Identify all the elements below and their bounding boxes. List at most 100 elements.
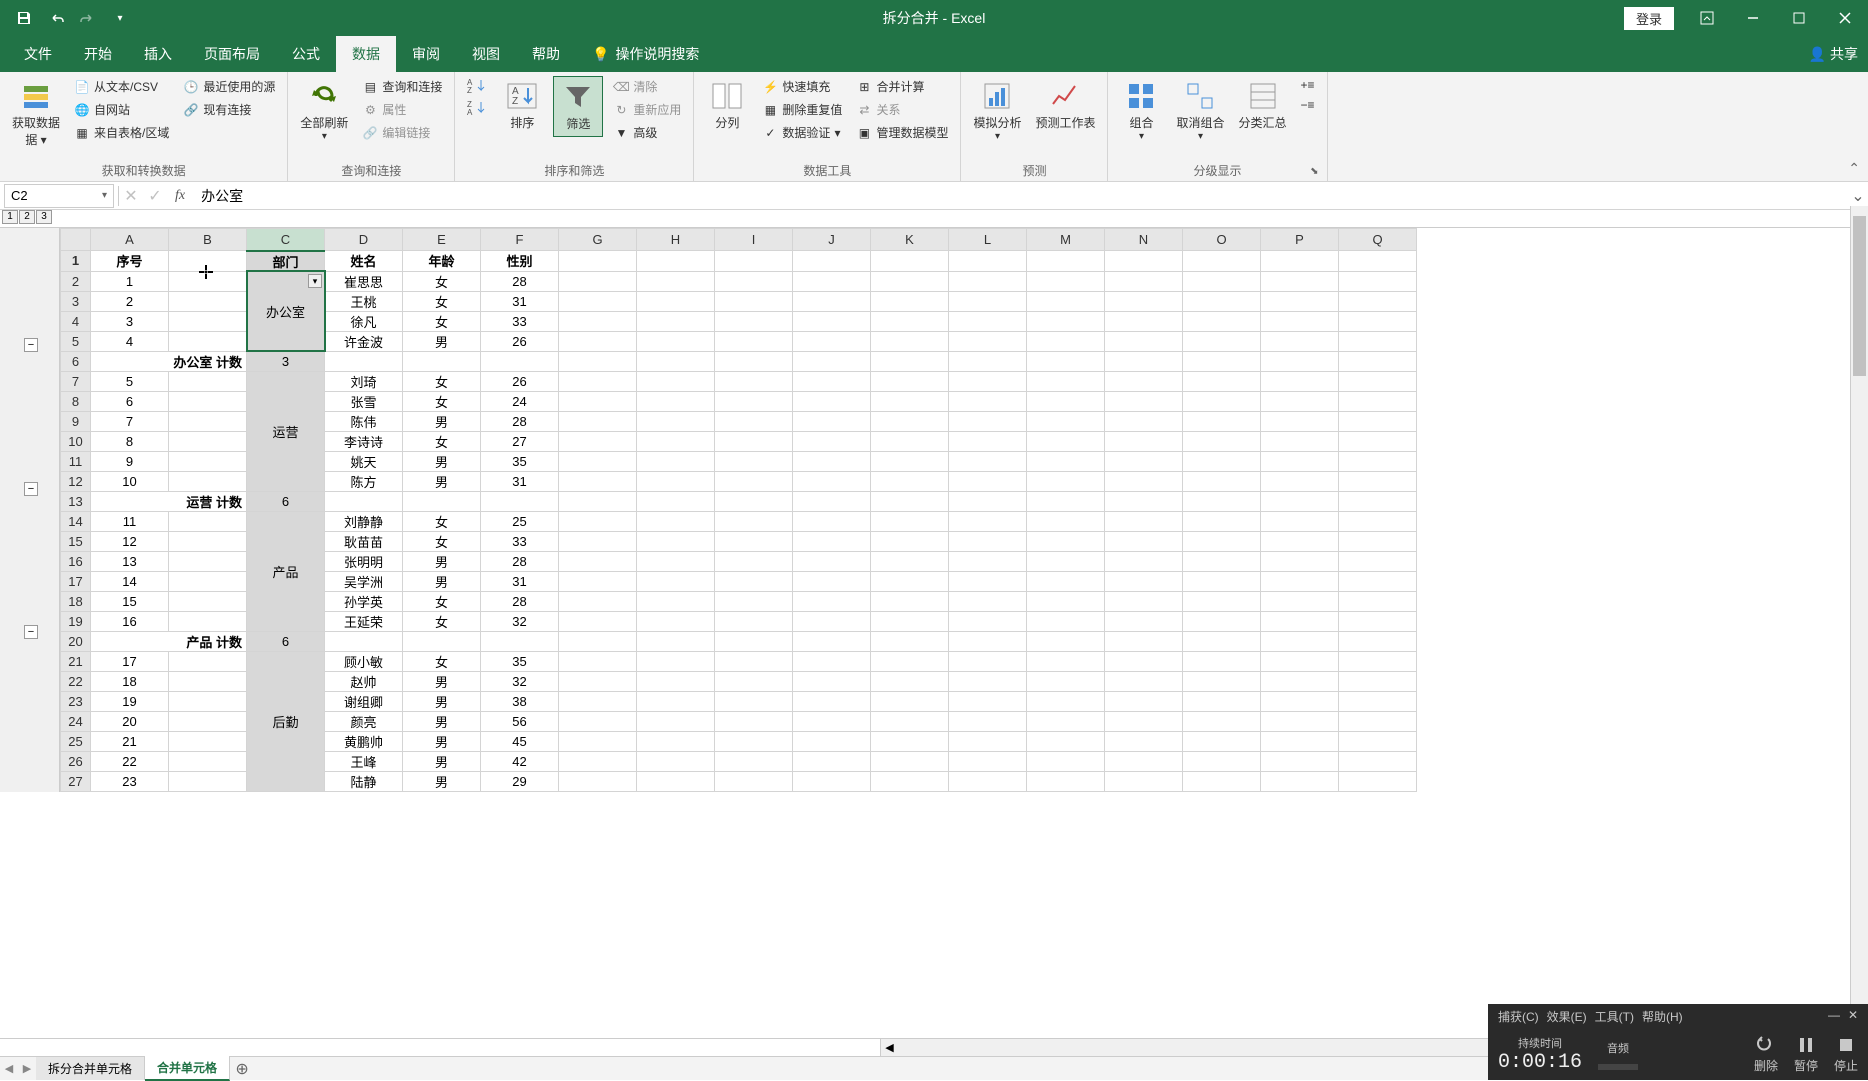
relationships-button[interactable]: ⇄关系 (852, 99, 952, 120)
sheet-tab-1[interactable]: 拆分合并单元格 (36, 1057, 145, 1080)
cell[interactable]: 16 (91, 611, 169, 631)
cell[interactable] (1183, 531, 1261, 551)
cell[interactable] (793, 531, 871, 551)
recorder-menu-tool[interactable]: 工具(T) (1595, 1008, 1634, 1025)
cell[interactable]: 26 (481, 331, 559, 351)
cell[interactable] (1027, 571, 1105, 591)
cell[interactable]: 王延荣 (325, 611, 403, 631)
cell[interactable] (481, 351, 559, 371)
cell[interactable] (169, 371, 247, 391)
cell[interactable] (871, 751, 949, 771)
vertical-scrollbar[interactable] (1850, 206, 1868, 1056)
cell[interactable] (559, 571, 637, 591)
tab-insert[interactable]: 插入 (128, 36, 188, 72)
forecast-button[interactable]: 预测工作表 (1031, 76, 1099, 135)
cell[interactable]: 李诗诗 (325, 431, 403, 451)
col-header-L[interactable]: L (949, 229, 1027, 251)
cell[interactable] (169, 291, 247, 311)
cell[interactable] (637, 691, 715, 711)
close-icon[interactable] (1822, 0, 1868, 36)
cell[interactable] (1261, 691, 1339, 711)
cell[interactable] (559, 671, 637, 691)
cell[interactable] (1027, 591, 1105, 611)
cell[interactable]: 5 (91, 371, 169, 391)
cell[interactable] (637, 491, 715, 511)
cell[interactable] (1261, 631, 1339, 651)
cell[interactable] (793, 431, 871, 451)
cell[interactable] (1261, 371, 1339, 391)
row-header[interactable]: 27 (61, 771, 91, 791)
cell[interactable] (1105, 671, 1183, 691)
cell[interactable] (793, 691, 871, 711)
cell[interactable] (793, 611, 871, 631)
cell[interactable]: 男 (403, 411, 481, 431)
cell[interactable] (1261, 271, 1339, 291)
cell[interactable] (1339, 671, 1417, 691)
hscroll-left-icon[interactable]: ◀ (880, 1039, 898, 1056)
cell[interactable]: 产品 (247, 511, 325, 631)
cell[interactable]: 颜亮 (325, 711, 403, 731)
cell[interactable] (169, 691, 247, 711)
outline-level-3[interactable]: 3 (36, 210, 52, 224)
queries-connections-button[interactable]: ▤查询和连接 (358, 76, 446, 97)
cell[interactable]: 男 (403, 691, 481, 711)
cell[interactable] (559, 431, 637, 451)
remove-duplicates-button[interactable]: ▦删除重复值 (758, 99, 846, 120)
row-header[interactable]: 1 (61, 251, 91, 272)
row-header[interactable]: 13 (61, 491, 91, 511)
cell[interactable]: 35 (481, 451, 559, 471)
sheet-tab-2[interactable]: 合并单元格 (145, 1056, 230, 1081)
cell[interactable] (715, 551, 793, 571)
cell[interactable] (1261, 571, 1339, 591)
tell-me-search[interactable]: 💡 操作说明搜索 (576, 36, 715, 72)
cell[interactable]: 王桃 (325, 291, 403, 311)
cell[interactable] (559, 251, 637, 272)
cell[interactable] (949, 571, 1027, 591)
data-validation-button[interactable]: ✓数据验证 ▾ (758, 122, 846, 143)
cell[interactable] (871, 491, 949, 511)
cell[interactable] (559, 411, 637, 431)
row-header[interactable]: 24 (61, 711, 91, 731)
col-header-O[interactable]: O (1183, 229, 1261, 251)
cell[interactable]: 15 (91, 591, 169, 611)
cell[interactable] (637, 591, 715, 611)
cell[interactable] (1105, 251, 1183, 272)
cell[interactable]: 31 (481, 571, 559, 591)
cell[interactable] (1261, 471, 1339, 491)
cell[interactable] (169, 571, 247, 591)
cell[interactable] (1027, 771, 1105, 791)
cell[interactable] (559, 551, 637, 571)
text-to-columns-button[interactable]: 分列 (702, 76, 752, 135)
cell[interactable]: 女 (403, 611, 481, 631)
cell[interactable] (949, 671, 1027, 691)
cell[interactable] (1027, 531, 1105, 551)
row-header[interactable]: 14 (61, 511, 91, 531)
row-header[interactable]: 22 (61, 671, 91, 691)
cell[interactable] (1105, 651, 1183, 671)
outline-collapse-3[interactable]: − (24, 625, 38, 639)
select-all-corner[interactable] (61, 229, 91, 251)
cell[interactable] (949, 471, 1027, 491)
cell[interactable] (1027, 411, 1105, 431)
cell[interactable] (637, 631, 715, 651)
cell[interactable] (1339, 771, 1417, 791)
cell[interactable]: 22 (91, 751, 169, 771)
cell[interactable] (715, 571, 793, 591)
cell[interactable]: 陆静 (325, 771, 403, 791)
cell[interactable] (715, 591, 793, 611)
cell[interactable]: 男 (403, 451, 481, 471)
cell[interactable] (871, 711, 949, 731)
cell[interactable] (559, 311, 637, 331)
cell[interactable] (559, 291, 637, 311)
cell[interactable] (1261, 751, 1339, 771)
cell[interactable] (559, 491, 637, 511)
cell[interactable] (559, 371, 637, 391)
existing-connections-button[interactable]: 🔗现有连接 (179, 99, 279, 120)
cell[interactable] (1339, 351, 1417, 371)
cell[interactable] (169, 311, 247, 331)
cell[interactable] (1027, 351, 1105, 371)
cell[interactable] (169, 711, 247, 731)
cell[interactable] (949, 251, 1027, 272)
cell[interactable]: 6 (247, 631, 325, 651)
clear-filter-button[interactable]: ⌫清除 (609, 76, 685, 97)
